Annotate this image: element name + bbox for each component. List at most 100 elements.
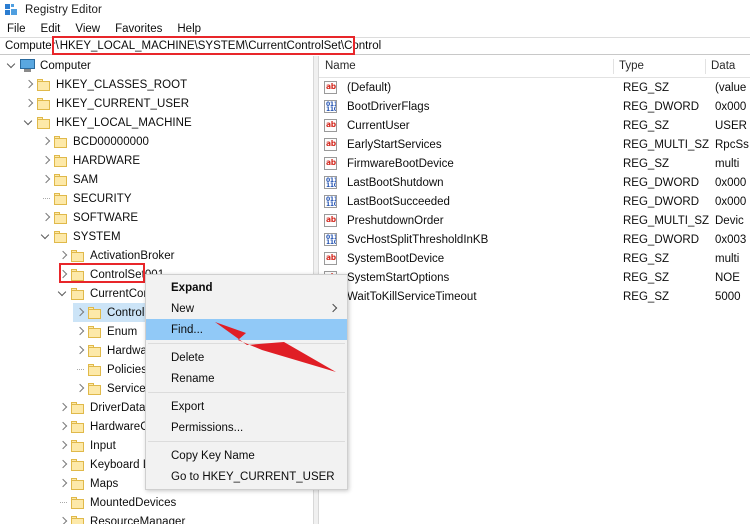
chevron-right-icon[interactable] — [73, 379, 88, 398]
chevron-right-icon[interactable] — [39, 151, 54, 170]
tree-item-bcd00000000[interactable]: BCD00000000 — [0, 132, 313, 151]
context-menu-item-expand[interactable]: Expand — [146, 277, 347, 298]
folder-icon — [71, 515, 85, 524]
window-title: Registry Editor — [25, 4, 102, 16]
chevron-right-icon[interactable] — [39, 170, 54, 189]
tree-item-label: Policies — [107, 363, 148, 376]
menu-view[interactable]: View — [68, 22, 108, 36]
value-data: Devic — [715, 214, 744, 227]
tree-item-mounteddevices[interactable]: MountedDevices — [0, 493, 313, 512]
chevron-right-icon[interactable] — [39, 132, 54, 151]
value-data: 0x000 — [715, 195, 747, 208]
context-menu-item-export[interactable]: Export — [146, 396, 347, 417]
chevron-down-icon[interactable] — [22, 113, 37, 132]
value-data: 0x000 — [715, 100, 747, 113]
menu-edit[interactable]: Edit — [34, 22, 69, 36]
tree-item-label: SYSTEM — [73, 230, 121, 243]
chevron-right-icon[interactable] — [73, 322, 88, 341]
value-row[interactable]: ab EarlyStartServices REG_MULTI_SZ RpcSs — [319, 135, 750, 154]
context-menu-item-permissions[interactable]: Permissions... — [146, 417, 347, 438]
value-data: 5000 — [715, 290, 741, 303]
chevron-right-icon[interactable] — [56, 265, 71, 284]
folder-icon — [88, 363, 102, 376]
context-menu-item-find[interactable]: Find... — [146, 319, 347, 340]
chevron-right-icon — [328, 303, 338, 313]
menu-help[interactable]: Help — [170, 22, 209, 36]
chevron-right-icon[interactable] — [22, 75, 37, 94]
tree-item-label: SECURITY — [73, 192, 132, 205]
tree-item-hkey-local-machine[interactable]: HKEY_LOCAL_MACHINE — [0, 113, 313, 132]
tree-item-software[interactable]: SOFTWARE — [0, 208, 313, 227]
context-menu-item-label: Copy Key Name — [171, 449, 255, 462]
chevron-right-icon[interactable] — [56, 474, 71, 493]
menu-favorites[interactable]: Favorites — [108, 22, 170, 36]
registry-values-pane[interactable]: Name Type Data ab (Default) REG_SZ (value 01… — [319, 56, 750, 524]
column-header-name[interactable]: Name — [319, 56, 613, 77]
tree-item-label: MountedDevices — [90, 496, 177, 509]
menu-file[interactable]: File — [0, 22, 34, 36]
chevron-right-icon[interactable] — [56, 512, 71, 524]
tree-item-hardware[interactable]: HARDWARE — [0, 151, 313, 170]
value-name: EarlyStartServices — [347, 138, 442, 151]
tree-item-resourcemanager[interactable]: ResourceManager — [0, 512, 313, 524]
tree-item-hkey-classes-root[interactable]: HKEY_CLASSES_ROOT — [0, 75, 313, 94]
folder-icon — [88, 382, 102, 395]
chevron-right-icon[interactable] — [56, 398, 71, 417]
column-header-type[interactable]: Type — [613, 56, 705, 77]
column-header-data[interactable]: Data — [705, 56, 750, 77]
value-row[interactable]: ab SystemBootDevice REG_SZ multi — [319, 249, 750, 268]
chevron-down-icon[interactable] — [39, 227, 54, 246]
context-menu-item-copy-key-name[interactable]: Copy Key Name — [146, 445, 347, 466]
tree-item-security[interactable]: SECURITY — [0, 189, 313, 208]
context-menu[interactable]: Expand New Find... Delete Rename Export Permis… — [145, 274, 348, 490]
value-row[interactable]: abWaitToKillServiceTimeoutREG_SZ5000 — [319, 287, 750, 306]
value-row[interactable]: abSystemStartOptionsREG_SZ NOE — [319, 268, 750, 287]
value-row[interactable]: ab PreshutdownOrder REG_MULTI_SZ Devic — [319, 211, 750, 230]
value-name: WaitToKillServiceTimeout — [347, 290, 477, 303]
value-type: REG_MULTI_SZ — [623, 214, 709, 227]
string-value-icon: ab — [324, 138, 337, 151]
value-row[interactable]: ab (Default) REG_SZ (value — [319, 78, 750, 97]
value-row[interactable]: 011 110 BootDriverFlags REG_DWORD 0x000 — [319, 97, 750, 116]
chevron-down-icon[interactable] — [5, 56, 20, 75]
chevron-right-icon[interactable] — [56, 436, 71, 455]
tree-item-sam[interactable]: SAM — [0, 170, 313, 189]
tree-item-hkey-current-user[interactable]: HKEY_CURRENT_USER — [0, 94, 313, 113]
chevron-right-icon[interactable] — [39, 208, 54, 227]
value-row[interactable]: ab FirmwareBootDevice REG_SZ multi — [319, 154, 750, 173]
context-menu-item-new[interactable]: New — [146, 298, 347, 319]
value-type: REG_MULTI_SZ — [623, 138, 709, 151]
chevron-right-icon[interactable] — [56, 417, 71, 436]
chevron-down-icon[interactable] — [56, 284, 71, 303]
tree-connector-line — [56, 493, 71, 512]
chevron-right-icon[interactable] — [56, 455, 71, 474]
value-row[interactable]: ab CurrentUser REG_SZ USER — [319, 116, 750, 135]
string-value-icon: ab — [324, 214, 337, 227]
chevron-right-icon[interactable] — [73, 341, 88, 360]
value-row[interactable]: 011 110 LastBootShutdown REG_DWORD 0x000 — [319, 173, 750, 192]
folder-icon — [71, 458, 85, 471]
tree-item-system[interactable]: SYSTEM — [0, 227, 313, 246]
value-type: REG_SZ — [623, 271, 670, 284]
value-type: REG_SZ — [623, 119, 670, 132]
context-menu-item-rename[interactable]: Rename — [146, 368, 347, 389]
value-row[interactable]: 011 110 SvcHostSplitThresholdInKB REG_DWORD… — [319, 230, 750, 249]
tree-item-computer[interactable]: Computer — [0, 56, 313, 75]
value-data: multi — [715, 252, 740, 265]
folder-icon — [54, 230, 68, 243]
chevron-right-icon[interactable] — [22, 94, 37, 113]
address-bar[interactable]: Computer\ HKEY_LOCAL_MACHINE\SYSTEM\Curr… — [0, 37, 750, 55]
value-row[interactable]: 011 110 LastBootSucceeded REG_DWORD 0x000 — [319, 192, 750, 211]
tree-item-label: Control — [107, 306, 145, 319]
value-name: SvcHostSplitThresholdInKB — [347, 233, 489, 246]
chevron-right-icon[interactable] — [73, 303, 88, 322]
chevron-right-icon[interactable] — [56, 246, 71, 265]
folder-icon — [54, 135, 68, 148]
tree-item-activationbroker[interactable]: ActivationBroker — [0, 246, 313, 265]
context-menu-item-go-to-hkey-current-user[interactable]: Go to HKEY_CURRENT_USER — [146, 466, 347, 487]
context-menu-item-delete[interactable]: Delete — [146, 347, 347, 368]
value-name: LastBootSucceeded — [347, 195, 450, 208]
value-type: REG_DWORD — [623, 100, 700, 113]
value-data: NOE — [715, 271, 740, 284]
context-menu-item-label: Go to HKEY_CURRENT_USER — [171, 470, 335, 483]
